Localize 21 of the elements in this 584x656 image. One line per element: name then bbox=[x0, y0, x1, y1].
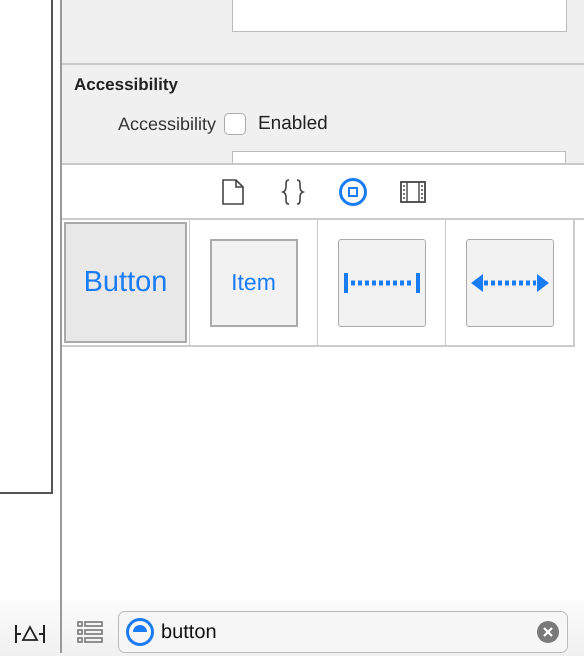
object-icon bbox=[338, 176, 368, 206]
film-icon bbox=[400, 180, 426, 202]
filter-field[interactable]: button bbox=[118, 611, 568, 653]
clear-icon[interactable] bbox=[537, 621, 559, 643]
checkbox-label: Enabled bbox=[258, 113, 328, 135]
list-icon[interactable] bbox=[77, 621, 103, 643]
item-preview[interactable]: Item bbox=[210, 238, 298, 326]
fixed-space-icon bbox=[342, 272, 422, 294]
library-tab[interactable] bbox=[278, 176, 308, 206]
field-label: Accessibility bbox=[116, 114, 217, 134]
double-arrow-icon bbox=[470, 272, 550, 294]
filter-text: button bbox=[161, 620, 218, 644]
object-filter-icon bbox=[125, 617, 155, 647]
section-title: Accessibility bbox=[73, 74, 179, 96]
button-preview[interactable]: Button bbox=[64, 222, 187, 343]
checkbox[interactable] bbox=[224, 113, 246, 135]
file-icon bbox=[222, 178, 244, 204]
braces-icon bbox=[281, 178, 305, 204]
constraints-icon[interactable] bbox=[14, 624, 46, 644]
fixed-space-tile[interactable] bbox=[338, 238, 426, 326]
flexible-space-tile[interactable] bbox=[466, 238, 554, 326]
